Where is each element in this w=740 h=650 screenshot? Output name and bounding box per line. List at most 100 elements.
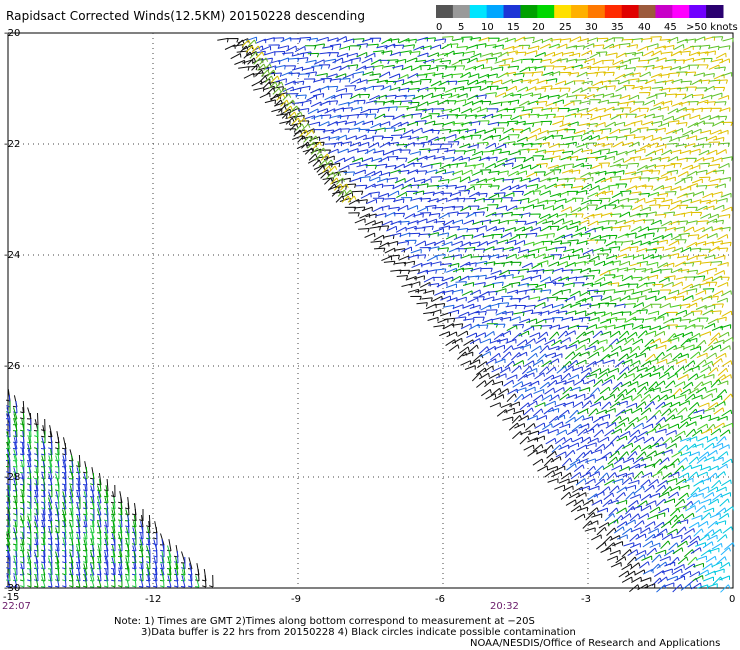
wind-barb (675, 394, 687, 399)
wind-barb (369, 176, 381, 182)
wind-barb (533, 269, 545, 274)
wind-barb (666, 443, 677, 450)
wind-barb (619, 295, 631, 302)
wind-barb (671, 568, 683, 576)
wind-barb (432, 228, 444, 233)
wind-barb (13, 508, 18, 522)
wind-barb (253, 87, 265, 92)
y-tick-label: -28 (4, 472, 20, 483)
wind-barb (640, 505, 652, 512)
legend-swatch (537, 5, 555, 18)
wind-barb (695, 339, 707, 349)
wind-barb (633, 218, 646, 224)
wind-barb (702, 122, 715, 127)
wind-barb (659, 556, 671, 562)
wind-barb (644, 401, 655, 410)
grid (8, 33, 733, 588)
wind-barb (550, 58, 562, 64)
wind-barb (497, 107, 508, 113)
wind-barb (639, 71, 651, 78)
wind-barb (679, 318, 691, 324)
wind-barb (682, 129, 694, 136)
wind-barb (539, 43, 551, 50)
wind-barb (511, 365, 522, 374)
wind-barb (677, 540, 688, 548)
wind-barb (618, 353, 629, 362)
wind-barb (655, 428, 667, 434)
wind-barb (356, 51, 368, 58)
wind-barb (682, 93, 694, 100)
wind-barb (367, 108, 380, 114)
wind-barb (590, 199, 603, 205)
wind-barb (495, 143, 507, 150)
wind-barb (565, 141, 577, 147)
wind-barb (480, 338, 491, 344)
wind-barb (673, 563, 685, 571)
wind-barb (622, 288, 635, 294)
wind-barb (535, 337, 547, 345)
wind-barb (686, 220, 698, 225)
wind-barb (481, 66, 493, 72)
wind-barb (718, 444, 730, 451)
wind-barb (700, 549, 712, 557)
wind-barb (483, 198, 495, 204)
wind-barb (707, 520, 719, 529)
wind-barb (498, 64, 511, 69)
wind-barb (711, 479, 722, 489)
wind-barb (615, 85, 627, 92)
wind-barb (702, 345, 714, 353)
wind-barb (485, 92, 497, 97)
wind-barb (516, 233, 528, 239)
wind-barb (602, 463, 614, 470)
wind-barb (655, 57, 667, 62)
wind-barb (682, 295, 694, 301)
wind-barb (426, 255, 438, 262)
legend-swatch (672, 5, 690, 18)
wind-barb (493, 323, 506, 329)
wind-barb (351, 106, 363, 112)
wind-barb (671, 519, 682, 529)
wind-barb (704, 323, 716, 329)
wind-barb (131, 575, 137, 588)
wind-barb (463, 219, 474, 225)
wind-barb (548, 261, 560, 267)
wind-barb (715, 52, 727, 59)
wind-barb (599, 386, 611, 395)
wind-barb (621, 549, 632, 558)
wind-barb (718, 162, 730, 169)
wind-barb (534, 422, 546, 429)
wind-barb (532, 408, 544, 417)
wind-barb (687, 556, 698, 566)
wind-barb (588, 351, 600, 359)
wind-barb (346, 52, 358, 58)
wind-barb (598, 414, 611, 419)
wind-barb (719, 214, 731, 219)
wind-barb (308, 121, 321, 127)
wind-barb (665, 429, 677, 436)
wind-barb (662, 436, 673, 445)
wind-barb (427, 316, 439, 322)
wind-barb (430, 143, 442, 148)
wind-barb (722, 393, 734, 403)
wind-barb (680, 185, 692, 191)
wind-barb (660, 136, 672, 141)
wind-barb (715, 352, 727, 360)
wind-barb (687, 408, 698, 418)
wind-barb (217, 37, 229, 43)
wind-barb (395, 157, 408, 163)
wind-barb (715, 316, 727, 322)
wind-barb (483, 261, 496, 266)
wind-barb (376, 178, 388, 183)
wind-barb (504, 37, 516, 43)
wind-barb (664, 498, 675, 504)
wind-barb (712, 303, 724, 308)
wind-barb (622, 472, 634, 478)
wind-barb (370, 122, 382, 129)
wind-barb (586, 72, 599, 77)
wind-barb (585, 442, 597, 447)
wind-barb (486, 309, 498, 314)
wind-barb (672, 247, 684, 253)
wind-barb (457, 351, 468, 360)
legend-swatch (689, 5, 707, 18)
wind-barb (595, 541, 607, 550)
